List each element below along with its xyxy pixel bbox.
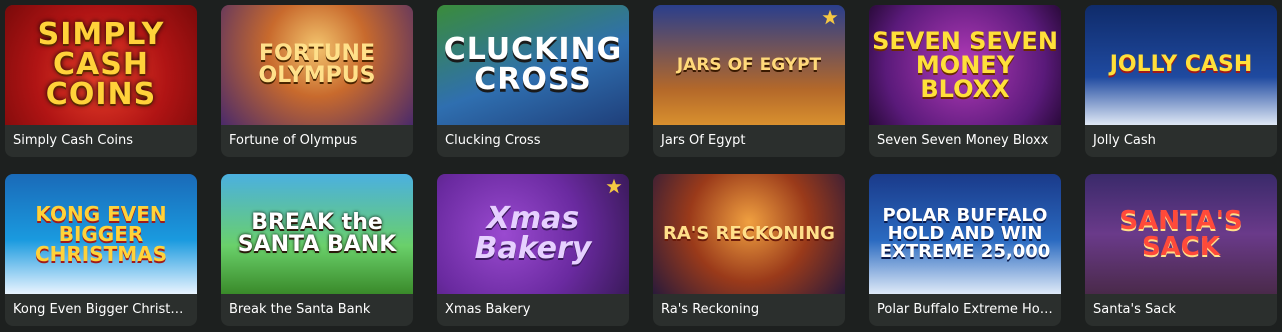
game-card[interactable]: RA'S RECKONING Ra's Reckoning — [653, 174, 845, 326]
game-card[interactable]: POLAR BUFFALO HOLD AND WIN EXTREME 25,00… — [869, 174, 1061, 326]
game-logo: KONG EVEN BIGGER CHRISTMAS — [34, 202, 168, 266]
game-card[interactable]: FORTUNE OLYMPUS Fortune of Olympus — [221, 5, 413, 157]
game-title: Simply Cash Coins — [13, 133, 134, 148]
game-thumbnail[interactable]: SANTA'S SACK — [1085, 174, 1277, 294]
game-logo: RA'S RECKONING — [663, 223, 835, 244]
game-title: Clucking Cross — [445, 133, 541, 148]
game-title: Break the Santa Bank — [229, 302, 371, 317]
game-logo: CLUCKING CROSS — [443, 32, 623, 97]
game-card[interactable]: JARS OF EGYPT Jars Of Egypt — [653, 5, 845, 157]
game-thumbnail[interactable]: Xmas Bakery — [437, 174, 629, 294]
game-thumbnail[interactable]: FORTUNE OLYMPUS — [221, 5, 413, 125]
game-logo: JOLLY CASH — [1109, 52, 1253, 77]
game-thumbnail[interactable]: SIMPLY CASH COINS — [5, 5, 197, 125]
game-logo: SEVEN SEVEN MONEY BLOXX — [872, 27, 1058, 103]
game-card[interactable]: KONG EVEN BIGGER CHRISTMAS Kong Even Bigg… — [5, 174, 197, 326]
game-card[interactable]: Xmas Bakery Xmas Bakery — [437, 174, 629, 326]
game-logo: BREAK the SANTA BANK — [237, 210, 397, 257]
game-thumbnail[interactable]: CLUCKING CROSS — [437, 5, 629, 125]
game-card[interactable]: SANTA'S SACK Santa's Sack — [1085, 174, 1277, 326]
game-title: Seven Seven Money Bloxx — [877, 133, 1049, 148]
game-title: Santa's Sack — [1093, 302, 1176, 317]
game-title: Jars Of Egypt — [661, 133, 746, 148]
game-title: Kong Even Bigger Christmas — [13, 302, 197, 317]
star-icon — [822, 9, 838, 25]
game-thumbnail[interactable]: JOLLY CASH — [1085, 5, 1277, 125]
game-logo: SANTA'S SACK — [1119, 206, 1243, 262]
game-card[interactable]: JOLLY CASH Jolly Cash — [1085, 5, 1277, 157]
game-title: Ra's Reckoning — [661, 302, 760, 317]
star-icon — [606, 178, 622, 194]
game-thumbnail[interactable]: SEVEN SEVEN MONEY BLOXX — [869, 5, 1061, 125]
game-title: Polar Buffalo Extreme Hold ... — [877, 302, 1061, 317]
game-logo: SIMPLY CASH COINS — [37, 17, 165, 112]
game-card[interactable]: SEVEN SEVEN MONEY BLOXX Seven Seven Money… — [869, 5, 1061, 157]
game-title: Fortune of Olympus — [229, 133, 358, 148]
game-title: Xmas Bakery — [445, 302, 531, 317]
game-thumbnail[interactable]: POLAR BUFFALO HOLD AND WIN EXTREME 25,00… — [869, 174, 1061, 294]
game-card[interactable]: BREAK the SANTA BANK Break the Santa Bank — [221, 174, 413, 326]
game-logo: POLAR BUFFALO HOLD AND WIN EXTREME 25,00… — [879, 205, 1051, 262]
game-thumbnail[interactable]: RA'S RECKONING — [653, 174, 845, 294]
game-logo: FORTUNE OLYMPUS — [258, 41, 376, 88]
game-card[interactable]: SIMPLY CASH COINS Simply Cash Coins — [5, 5, 197, 157]
game-thumbnail[interactable]: BREAK the SANTA BANK — [221, 174, 413, 294]
game-title: Jolly Cash — [1093, 133, 1156, 148]
game-grid: SIMPLY CASH COINS Simply Cash Coins FORTUN… — [5, 5, 1277, 326]
game-thumbnail[interactable]: JARS OF EGYPT — [653, 5, 845, 125]
game-logo: JARS OF EGYPT — [676, 54, 822, 75]
game-card[interactable]: CLUCKING CROSS Clucking Cross — [437, 5, 629, 157]
game-thumbnail[interactable]: KONG EVEN BIGGER CHRISTMAS — [5, 174, 197, 294]
game-logo: Xmas Bakery — [474, 201, 592, 266]
